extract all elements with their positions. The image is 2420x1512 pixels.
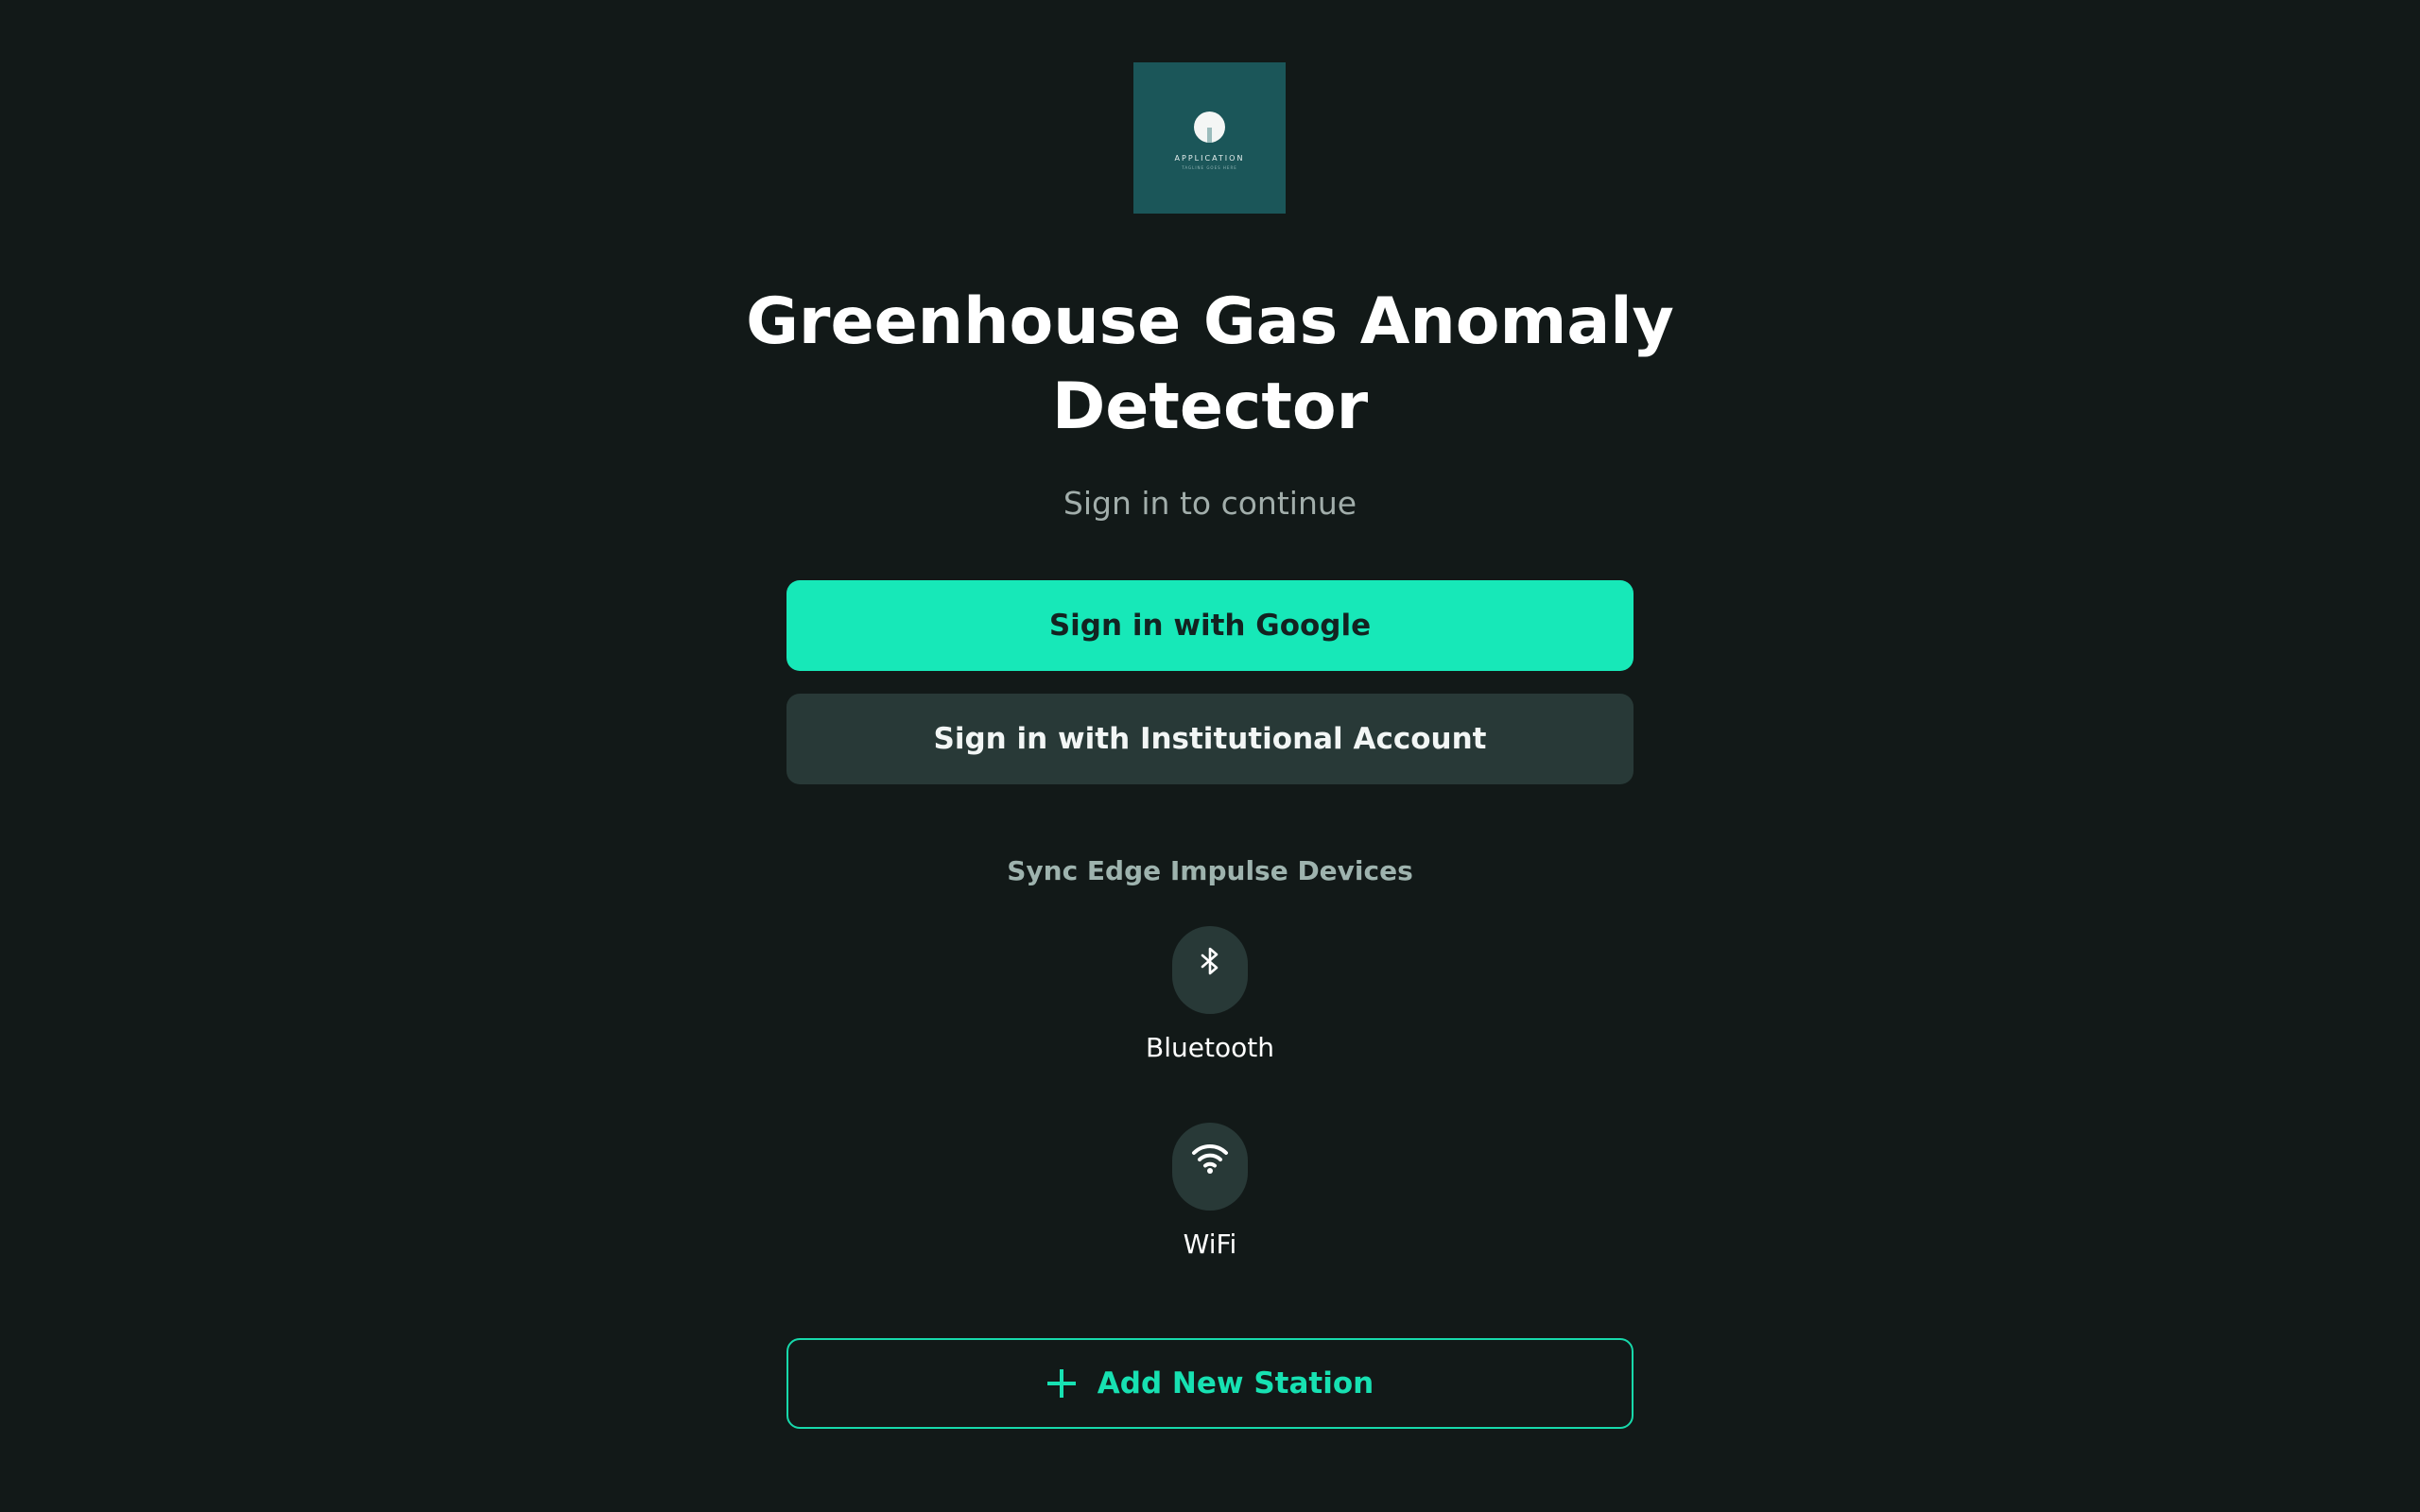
bluetooth-button[interactable] [1172, 926, 1248, 1014]
logo-mark-icon [1194, 112, 1225, 143]
plus-icon [1046, 1368, 1077, 1399]
wifi-label: WiFi [1183, 1228, 1237, 1260]
device-bluetooth: Bluetooth [1115, 926, 1305, 1067]
app-logo: APPLICATION TAGLINE GOES HERE [1133, 62, 1286, 214]
logo-text: APPLICATION [1174, 154, 1245, 163]
sign-in-institutional-button[interactable]: Sign in with Institutional Account [786, 694, 1634, 784]
add-new-station-label: Add New Station [1097, 1366, 1374, 1400]
wifi-button[interactable] [1172, 1123, 1248, 1211]
device-wifi: WiFi [1115, 1123, 1305, 1263]
sign-in-institutional-label: Sign in with Institutional Account [933, 722, 1487, 756]
add-new-station-button[interactable]: Add New Station [786, 1338, 1634, 1429]
page-title: Greenhouse Gas Anomaly Detector [746, 284, 1674, 444]
page-subtitle: Sign in to continue [1063, 485, 1357, 522]
sync-devices-heading: Sync Edge Impulse Devices [1007, 855, 1413, 886]
wifi-icon [1192, 1143, 1228, 1174]
login-screen: APPLICATION TAGLINE GOES HERE Greenhouse… [0, 0, 2420, 1512]
logo-subtext: TAGLINE GOES HERE [1182, 165, 1237, 170]
sign-in-google-button[interactable]: Sign in with Google [786, 580, 1634, 671]
bluetooth-icon [1201, 947, 1219, 975]
bluetooth-label: Bluetooth [1146, 1032, 1274, 1063]
sign-in-google-label: Sign in with Google [1048, 609, 1372, 643]
